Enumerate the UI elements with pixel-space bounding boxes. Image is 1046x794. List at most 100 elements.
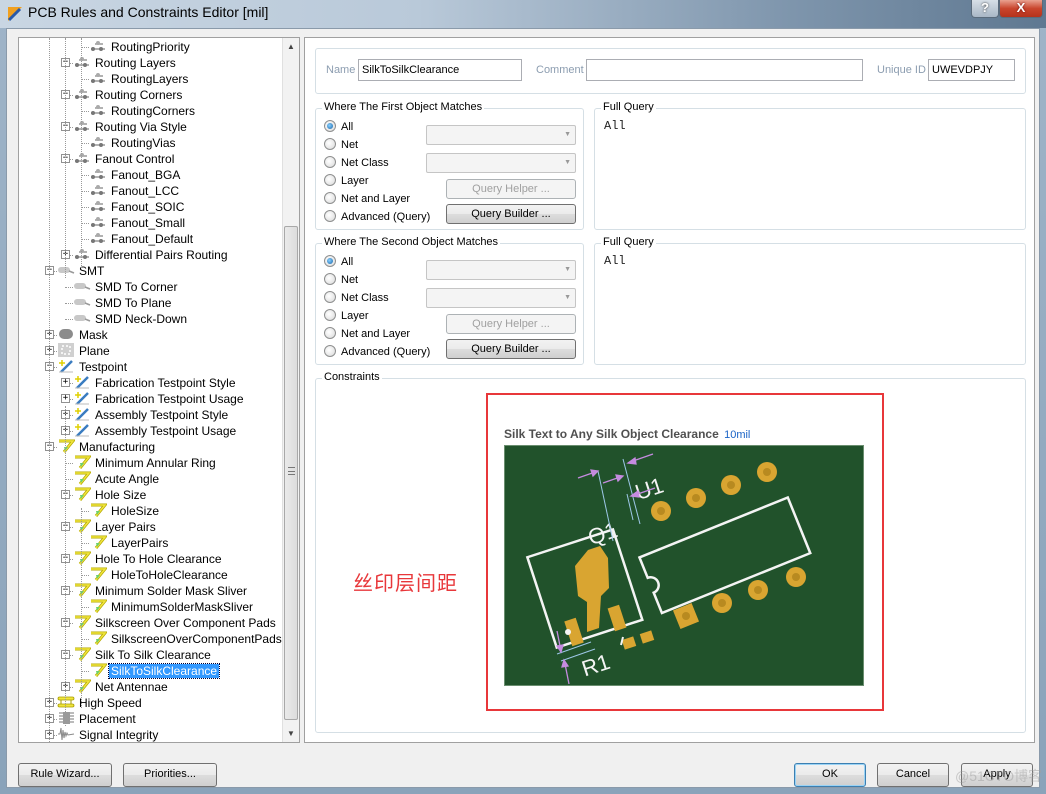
- tree-item[interactable]: Net Antennae: [73, 679, 170, 695]
- radio-option[interactable]: Advanced (Query): [324, 344, 430, 360]
- radio-button[interactable]: [324, 210, 336, 222]
- first-net-combo[interactable]: ▼: [426, 125, 576, 145]
- help-button[interactable]: ?: [971, 0, 999, 18]
- radio-button[interactable]: [324, 345, 336, 357]
- radio-option[interactable]: Net: [324, 137, 358, 153]
- radio-option[interactable]: Net and Layer: [324, 326, 410, 342]
- tree-item[interactable]: Differential Pairs Routing: [73, 247, 230, 263]
- tree-item[interactable]: RoutingCorners: [89, 103, 197, 119]
- expand-icon[interactable]: +: [61, 394, 70, 403]
- first-full-query-text[interactable]: All: [604, 119, 626, 133]
- expand-icon[interactable]: +: [61, 378, 70, 387]
- tree-item[interactable]: SilkscreenOverComponentPads: [89, 631, 284, 647]
- second-net-combo[interactable]: ▼: [426, 260, 576, 280]
- tree-item[interactable]: Minimum Annular Ring: [73, 455, 218, 471]
- radio-option[interactable]: Net Class: [324, 155, 389, 171]
- radio-button[interactable]: [324, 309, 336, 321]
- scroll-down-arrow[interactable]: ▼: [283, 725, 299, 742]
- radio-option[interactable]: Advanced (Query): [324, 209, 430, 225]
- tree-item[interactable]: High Speed: [57, 695, 144, 711]
- rule-detail-panel: Name SilkToSilkClearance Comment Unique …: [304, 37, 1035, 743]
- tree-item[interactable]: Fanout_Default: [89, 231, 195, 247]
- tree-item[interactable]: Routing Layers: [73, 55, 178, 71]
- radio-button[interactable]: [324, 255, 336, 267]
- tree-item[interactable]: Testpoint: [57, 359, 129, 375]
- radio-option[interactable]: All: [324, 119, 353, 135]
- scroll-up-arrow[interactable]: ▲: [283, 38, 299, 55]
- second-netclass-combo[interactable]: ▼: [426, 288, 576, 308]
- rules-tree[interactable]: RoutingPriority Routing Layers − RoutingLay…: [18, 37, 300, 743]
- radio-button[interactable]: [324, 192, 336, 204]
- radio-button[interactable]: [324, 138, 336, 150]
- radio-option[interactable]: Layer: [324, 173, 369, 189]
- tree-item[interactable]: Fanout_LCC: [89, 183, 181, 199]
- tree-item[interactable]: Placement: [57, 711, 138, 727]
- tree-item[interactable]: RoutingVias: [89, 135, 178, 151]
- routing-rule-icon: [89, 199, 107, 213]
- cancel-button[interactable]: Cancel: [877, 763, 949, 787]
- tree-item[interactable]: Manufacturing: [57, 439, 157, 455]
- clearance-value[interactable]: 10mil: [724, 429, 750, 441]
- tree-item[interactable]: SMD To Plane: [73, 295, 173, 311]
- tree-item[interactable]: Silkscreen Over Component Pads: [73, 615, 278, 631]
- tree-item[interactable]: Fanout Control: [73, 151, 176, 167]
- second-query-builder-button[interactable]: Query Builder ...: [446, 339, 576, 359]
- tree-scrollbar[interactable]: ▲ ▼: [282, 38, 299, 742]
- tree-item[interactable]: Fabrication Testpoint Style: [73, 375, 238, 391]
- tree-item[interactable]: SMD Neck-Down: [73, 311, 189, 327]
- radio-button[interactable]: [324, 273, 336, 285]
- first-netclass-combo[interactable]: ▼: [426, 153, 576, 173]
- tree-item[interactable]: Layer Pairs: [73, 519, 158, 535]
- tree-item[interactable]: SMD To Corner: [73, 279, 179, 295]
- second-full-query-text[interactable]: All: [604, 254, 626, 268]
- radio-button[interactable]: [324, 174, 336, 186]
- tree-item[interactable]: MinimumSolderMaskSliver: [89, 599, 255, 615]
- priorities-button[interactable]: Priorities...: [123, 763, 217, 787]
- radio-option[interactable]: All: [324, 254, 353, 270]
- scroll-thumb[interactable]: [284, 226, 298, 720]
- title-bar[interactable]: PCB Rules and Constraints Editor [mil] ?…: [0, 0, 1046, 28]
- tree-item[interactable]: Fanout_SOIC: [89, 199, 186, 215]
- tree-item[interactable]: SilkToSilkClearance: [89, 663, 221, 679]
- tree-item[interactable]: Plane: [57, 343, 112, 359]
- unique-id-input[interactable]: UWEVDPJY: [928, 59, 1015, 81]
- radio-option[interactable]: Net: [324, 272, 358, 288]
- tree-item[interactable]: Routing Corners: [73, 87, 184, 103]
- tree-item[interactable]: Minimum Solder Mask Sliver: [73, 583, 249, 599]
- first-query-helper-button[interactable]: Query Helper ...: [446, 179, 576, 199]
- first-query-builder-button[interactable]: Query Builder ...: [446, 204, 576, 224]
- tree-item[interactable]: RoutingLayers: [89, 71, 190, 87]
- second-query-helper-button[interactable]: Query Helper ...: [446, 314, 576, 334]
- tree-item-label: Silkscreen Over Component Pads: [95, 616, 276, 630]
- tree-item[interactable]: Hole To Hole Clearance: [73, 551, 224, 567]
- name-input[interactable]: SilkToSilkClearance: [358, 59, 522, 81]
- tree-item[interactable]: Acute Angle: [73, 471, 161, 487]
- tree-item[interactable]: Signal Integrity: [57, 727, 160, 742]
- tree-item[interactable]: Routing Via Style: [73, 119, 189, 135]
- tree-item[interactable]: LayerPairs: [89, 535, 170, 551]
- radio-option[interactable]: Layer: [324, 308, 369, 324]
- tree-item[interactable]: Fanout_Small: [89, 215, 187, 231]
- radio-button[interactable]: [324, 327, 336, 339]
- chevron-down-icon: ▼: [564, 266, 571, 273]
- tree-item[interactable]: Hole Size: [73, 487, 148, 503]
- tree-item[interactable]: RoutingPriority: [89, 39, 192, 55]
- tree-item[interactable]: Mask: [57, 327, 110, 343]
- radio-button[interactable]: [324, 291, 336, 303]
- tree-item[interactable]: Assembly Testpoint Usage: [73, 423, 238, 439]
- tree-item[interactable]: Fabrication Testpoint Usage: [73, 391, 246, 407]
- radio-option[interactable]: Net Class: [324, 290, 389, 306]
- radio-button[interactable]: [324, 120, 336, 132]
- tree-item[interactable]: Fanout_BGA: [89, 167, 182, 183]
- tree-item[interactable]: HoleSize: [89, 503, 161, 519]
- ok-button[interactable]: OK: [794, 763, 866, 787]
- radio-button[interactable]: [324, 156, 336, 168]
- tree-item[interactable]: Silk To Silk Clearance: [73, 647, 213, 663]
- rule-wizard-button[interactable]: Rule Wizard...: [18, 763, 112, 787]
- radio-label: Advanced (Query): [341, 346, 431, 358]
- tree-item[interactable]: HoleToHoleClearance: [89, 567, 230, 583]
- tree-item[interactable]: Assembly Testpoint Style: [73, 407, 230, 423]
- comment-input[interactable]: [586, 59, 863, 81]
- close-button[interactable]: X: [999, 0, 1043, 18]
- radio-option[interactable]: Net and Layer: [324, 191, 410, 207]
